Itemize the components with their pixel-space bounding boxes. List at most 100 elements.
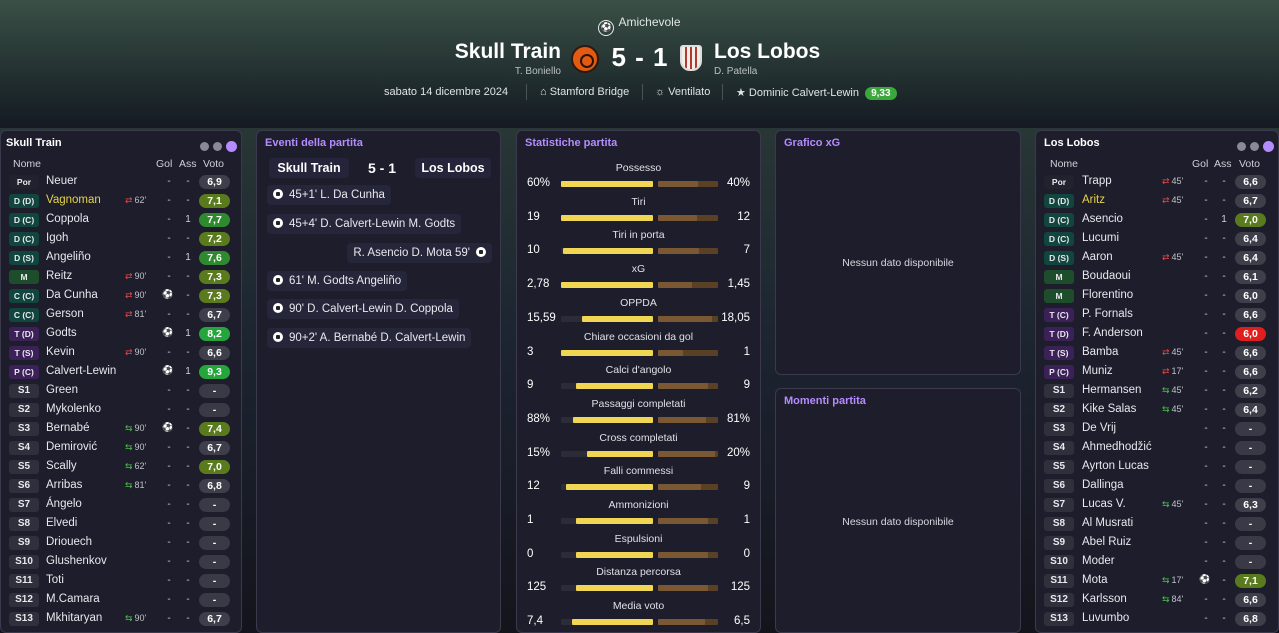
player-name[interactable]: Boudaoui [1082,270,1131,282]
match-event[interactable]: 90+2' A. Bernabé D. Calvert-Lewin [267,328,472,348]
player-name[interactable]: Neuer [46,175,77,187]
home-team-name[interactable]: Skull Train [455,40,561,64]
player-name[interactable]: Lucumi [1082,232,1119,244]
player-row[interactable]: S9 Driouech - - - [1,534,241,553]
match-event[interactable]: 90' D. Calvert-Lewin D. Coppola [267,299,459,319]
player-row[interactable]: S2 Kike Salas ⇆ 45' - -6,4 [1036,401,1278,420]
player-name[interactable]: Moder [1082,555,1115,567]
away-manager[interactable]: D. Patella [714,66,757,77]
player-row[interactable]: S7 Ángelo - - - [1,496,241,515]
player-name[interactable]: Lucas V. [1082,498,1126,510]
player-row[interactable]: S10 Moder - - - [1036,553,1278,572]
player-name[interactable]: Asencio [1082,213,1123,225]
player-row[interactable]: S1 Hermansen ⇆ 45' - -6,2 [1036,382,1278,401]
dot-icon[interactable] [213,142,222,151]
player-row[interactable]: C (C) Da Cunha ⇄ 90' ⚽ -7,3 [1,287,241,306]
player-row[interactable]: T (D) F. Anderson - -6,0 [1036,325,1278,344]
player-name[interactable]: Scally [46,460,77,472]
player-name[interactable]: Aaron [1082,251,1113,263]
player-row[interactable]: S10 Glushenkov - - - [1,553,241,572]
player-row[interactable]: D (S) Aaron ⇄ 45' - -6,4 [1036,249,1278,268]
dot-icon[interactable] [226,141,237,152]
player-name[interactable]: Driouech [46,536,92,548]
player-row[interactable]: S3 Bernabé ⇆ 90' ⚽ -7,4 [1,420,241,439]
player-row[interactable]: S8 Elvedi - - - [1,515,241,534]
player-name[interactable]: Calvert-Lewin [46,365,116,377]
player-name[interactable]: Elvedi [46,517,77,529]
player-name[interactable]: Vagnoman [46,194,101,206]
player-row[interactable]: D (C) Igoh - -7,2 [1,230,241,249]
player-row[interactable]: Por Neuer - -6,9 [1,173,241,192]
match-event[interactable]: R. Asencio D. Mota 59' [347,243,492,263]
player-row[interactable]: S4 Demirović ⇆ 90' - -6,7 [1,439,241,458]
player-name[interactable]: Bamba [1082,346,1118,358]
player-row[interactable]: S13 Mkhitaryan ⇆ 90' - -6,7 [1,610,241,629]
player-row[interactable]: Por Trapp ⇄ 45' - -6,6 [1036,173,1278,192]
dot-icon[interactable] [1263,141,1274,152]
player-row[interactable]: S13 Luvumbo - -6,8 [1036,610,1278,629]
player-name[interactable]: Kike Salas [1082,403,1136,415]
player-row[interactable]: S12 M.Camara - - - [1,591,241,610]
player-name[interactable]: Mota [1082,574,1108,586]
player-row[interactable]: M Reitz ⇄ 90' - -7,3 [1,268,241,287]
player-name[interactable]: Mkhitaryan [46,612,102,624]
player-name[interactable]: Demirović [46,441,97,453]
view-toggle[interactable] [196,138,237,156]
player-name[interactable]: Ayrton Lucas [1082,460,1149,472]
player-name[interactable]: Hermansen [1082,384,1141,396]
player-name[interactable]: Ahmedhodžić [1082,441,1152,453]
player-name[interactable]: Kevin [46,346,75,358]
player-row[interactable]: D (D) Aritz ⇄ 45' - -6,7 [1036,192,1278,211]
player-name[interactable]: Luvumbo [1082,612,1129,624]
player-row[interactable]: S7 Lucas V. ⇆ 45' - -6,3 [1036,496,1278,515]
player-name[interactable]: Coppola [46,213,89,225]
player-name[interactable]: Florentino [1082,289,1133,301]
player-row[interactable]: P (C) Calvert-Lewin ⚽ 1 9,3 [1,363,241,382]
player-row[interactable]: S9 Abel Ruiz - - - [1036,534,1278,553]
player-name[interactable]: Ángelo [46,498,82,510]
player-row[interactable]: D (D) Vagnoman ⇄ 62' - -7,1 [1,192,241,211]
player-row[interactable]: D (C) Lucumi - -6,4 [1036,230,1278,249]
player-name[interactable]: Mykolenko [46,403,101,415]
player-name[interactable]: Angeliño [46,251,91,263]
player-name[interactable]: Glushenkov [46,555,107,567]
dot-icon[interactable] [1237,142,1246,151]
player-row[interactable]: S1 Green - - - [1,382,241,401]
motm-info[interactable]: ★ Dominic Calvert-Lewin 9,33 [736,86,897,100]
player-row[interactable]: P (C) Muniz ⇄ 17' - -6,6 [1036,363,1278,382]
match-event[interactable]: 61' M. Godts Angeliño [267,271,408,291]
player-row[interactable]: S2 Mykolenko - - - [1,401,241,420]
player-row[interactable]: S6 Arribas ⇆ 81' - -6,8 [1,477,241,496]
player-row[interactable]: S3 De Vrij - - - [1036,420,1278,439]
player-row[interactable]: D (C) Coppola - 1 7,7 [1,211,241,230]
player-row[interactable]: S8 Al Musrati - - - [1036,515,1278,534]
player-row[interactable]: S6 Dallinga - - - [1036,477,1278,496]
player-name[interactable]: Toti [46,574,64,586]
player-row[interactable]: M Boudaoui - -6,1 [1036,268,1278,287]
player-name[interactable]: Reitz [46,270,72,282]
player-name[interactable]: Godts [46,327,77,339]
player-row[interactable]: S5 Scally ⇆ 62' - -7,0 [1,458,241,477]
player-name[interactable]: Al Musrati [1082,517,1133,529]
player-name[interactable]: De Vrij [1082,422,1116,434]
player-row[interactable]: D (C) Asencio - 1 7,0 [1036,211,1278,230]
player-name[interactable]: Dallinga [1082,479,1124,491]
player-row[interactable]: S4 Ahmedhodžić - - - [1036,439,1278,458]
player-row[interactable]: D (S) Angeliño - 1 7,6 [1,249,241,268]
player-row[interactable]: T (S) Bamba ⇄ 45' - -6,6 [1036,344,1278,363]
player-name[interactable]: Green [46,384,78,396]
player-row[interactable]: T (D) Godts ⚽ 1 8,2 [1,325,241,344]
match-event[interactable]: 45+1' L. Da Cunha [267,185,391,205]
player-name[interactable]: Da Cunha [46,289,98,301]
player-row[interactable]: S5 Ayrton Lucas - - - [1036,458,1278,477]
player-name[interactable]: Karlsson [1082,593,1127,605]
player-name[interactable]: F. Anderson [1082,327,1143,339]
away-team-name[interactable]: Los Lobos [714,40,820,64]
player-row[interactable]: S11 Mota ⇆ 17' ⚽ -7,1 [1036,572,1278,591]
player-name[interactable]: Aritz [1082,194,1105,206]
player-name[interactable]: M.Camara [46,593,100,605]
player-row[interactable]: S11 Toti - - - [1,572,241,591]
player-name[interactable]: Bernabé [46,422,89,434]
player-row[interactable]: S12 Karlsson ⇆ 84' - -6,6 [1036,591,1278,610]
player-row[interactable]: C (C) Gerson ⇄ 81' - -6,7 [1,306,241,325]
